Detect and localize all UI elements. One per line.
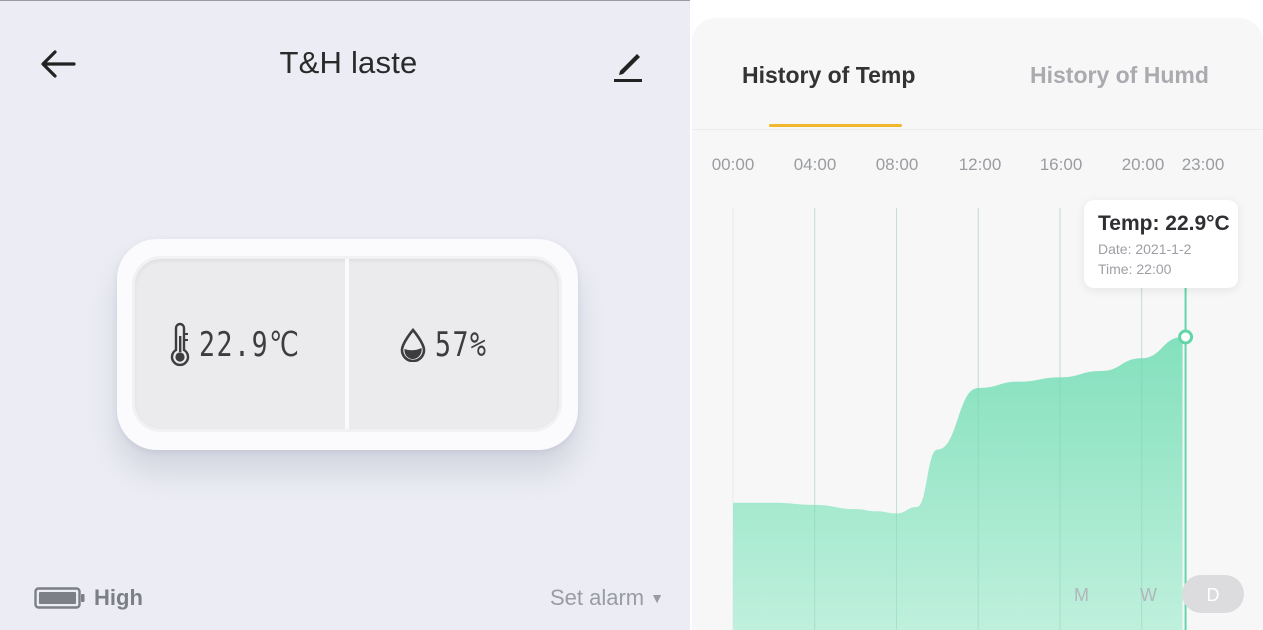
battery-icon: [34, 587, 85, 609]
set-alarm-button[interactable]: Set alarm ▼: [550, 585, 664, 611]
device-illustration: 22.9℃ 57%: [117, 239, 578, 450]
range-option-day-label: D: [1206, 585, 1220, 605]
page-title: T&H laste: [279, 45, 418, 80]
range-option-week[interactable]: W: [1140, 585, 1157, 606]
temperature-value: 22.9℃: [199, 325, 301, 365]
thermometer-icon: [170, 322, 190, 367]
humidity-reading: 57%: [399, 317, 502, 373]
battery-level-label: High: [94, 585, 143, 610]
temperature-history-chart[interactable]: [692, 18, 1263, 630]
temperature-reading: 22.9℃: [167, 317, 329, 373]
set-alarm-label: Set alarm: [549, 585, 645, 610]
tooltip-title: Temp: 22.9°C: [1098, 212, 1230, 235]
tooltip-date: Date: 2021-1-2: [1098, 241, 1192, 257]
dropdown-caret-icon: ▼: [650, 590, 664, 606]
range-option-day[interactable]: D: [1182, 575, 1244, 613]
humidity-value: 57%: [435, 325, 488, 365]
temperature-area: [733, 337, 1183, 630]
history-panel: History of Temp History of Humd 00:00 04…: [692, 18, 1263, 630]
device-panel: T&H laste 22.9℃ 57% High Set alarm ▼: [0, 0, 690, 630]
screen-divider: [345, 259, 349, 429]
range-option-month[interactable]: M: [1074, 585, 1089, 606]
edit-pencil-icon[interactable]: [612, 49, 644, 83]
data-tooltip: Temp: 22.9°C Date: 2021-1-2 Time: 22:00: [1084, 200, 1238, 288]
device-screen: 22.9℃ 57%: [135, 259, 559, 429]
tooltip-time: Time: 22:00: [1098, 261, 1172, 277]
highlight-point[interactable]: [1178, 329, 1194, 345]
water-drop-icon: [400, 328, 426, 362]
